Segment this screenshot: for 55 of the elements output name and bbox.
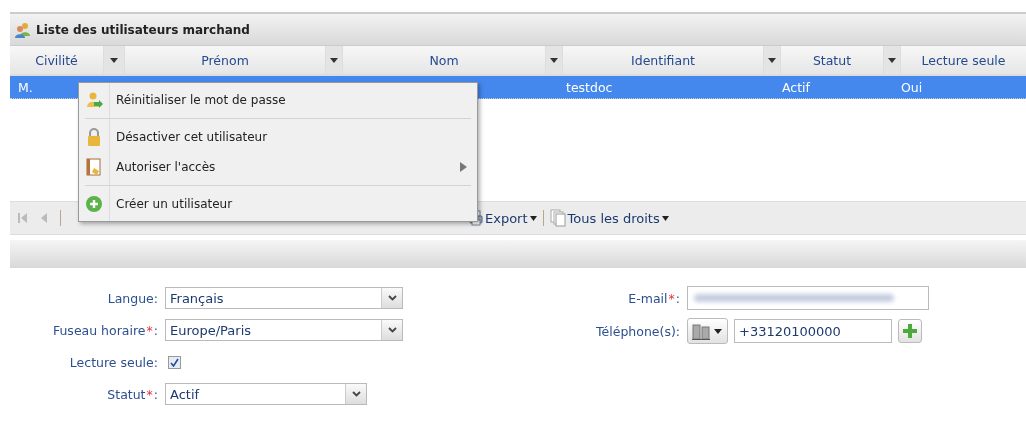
caret-icon xyxy=(529,215,537,221)
caret-icon xyxy=(329,56,339,64)
plus-icon xyxy=(903,324,917,338)
field-label: Langue: xyxy=(106,290,158,306)
menu-item[interactable]: Désactiver cet utilisateur xyxy=(79,122,477,152)
padlock-icon xyxy=(85,128,103,146)
previous-page-icon xyxy=(40,212,48,224)
field-label: E-mail*: xyxy=(627,290,680,306)
column-header[interactable]: Civilité xyxy=(10,46,103,74)
dropdown-field[interactable]: Europe/Paris xyxy=(165,319,403,341)
phone-field[interactable]: +33120100000 xyxy=(734,319,892,343)
dropdown-field[interactable]: Actif xyxy=(165,383,367,405)
check-icon xyxy=(170,357,179,367)
column-header[interactable]: Nom xyxy=(343,46,545,74)
column-menu-button[interactable] xyxy=(545,46,563,74)
table-cell: testdoc xyxy=(566,79,613,95)
panel-title: Liste des utilisateurs marchand xyxy=(36,22,250,37)
users-icon xyxy=(14,21,32,38)
column-header[interactable]: Lecture seule xyxy=(901,46,1026,74)
column-menu-button[interactable] xyxy=(325,46,343,74)
add-icon xyxy=(85,195,103,213)
field-label: Fuseau horaire*: xyxy=(51,322,158,338)
column-header[interactable]: Identifiant xyxy=(563,46,763,74)
chevron-down-icon xyxy=(387,295,397,301)
first-page-icon xyxy=(18,212,28,224)
book-key-icon xyxy=(85,158,103,176)
column-menu-button[interactable] xyxy=(103,46,125,74)
caret-icon xyxy=(661,215,669,221)
field-label: Lecture seule: xyxy=(68,354,158,370)
submenu-arrow-icon xyxy=(460,162,467,172)
table-cell: Actif xyxy=(782,79,810,95)
caret-icon xyxy=(549,56,559,64)
caret-icon xyxy=(109,56,119,64)
checkbox[interactable] xyxy=(168,355,181,369)
caret-icon xyxy=(887,56,897,64)
field-label: Téléphone(s): xyxy=(595,323,680,339)
caret-icon xyxy=(767,56,777,64)
caret-icon xyxy=(714,328,722,334)
building-icon xyxy=(692,322,710,340)
column-header[interactable]: Prénom xyxy=(125,46,325,74)
chevron-down-icon xyxy=(387,327,397,333)
table-cell: M. xyxy=(18,79,33,95)
phone-type-button[interactable] xyxy=(687,318,728,344)
column-menu-button[interactable] xyxy=(883,46,901,74)
documents-icon xyxy=(549,209,566,227)
table-cell: Oui xyxy=(901,79,923,95)
add-phone-button[interactable] xyxy=(898,319,922,343)
email-field[interactable] xyxy=(687,286,929,310)
column-menu-button[interactable] xyxy=(763,46,781,74)
column-header[interactable]: Statut xyxy=(781,46,883,74)
menu-item[interactable]: Autoriser l'accès xyxy=(79,152,477,182)
field-label: Statut*: xyxy=(106,386,158,402)
toolbar-button[interactable]: Tous les droits xyxy=(549,209,669,227)
dropdown-field[interactable]: Français xyxy=(165,287,403,309)
chevron-down-icon xyxy=(351,391,361,397)
